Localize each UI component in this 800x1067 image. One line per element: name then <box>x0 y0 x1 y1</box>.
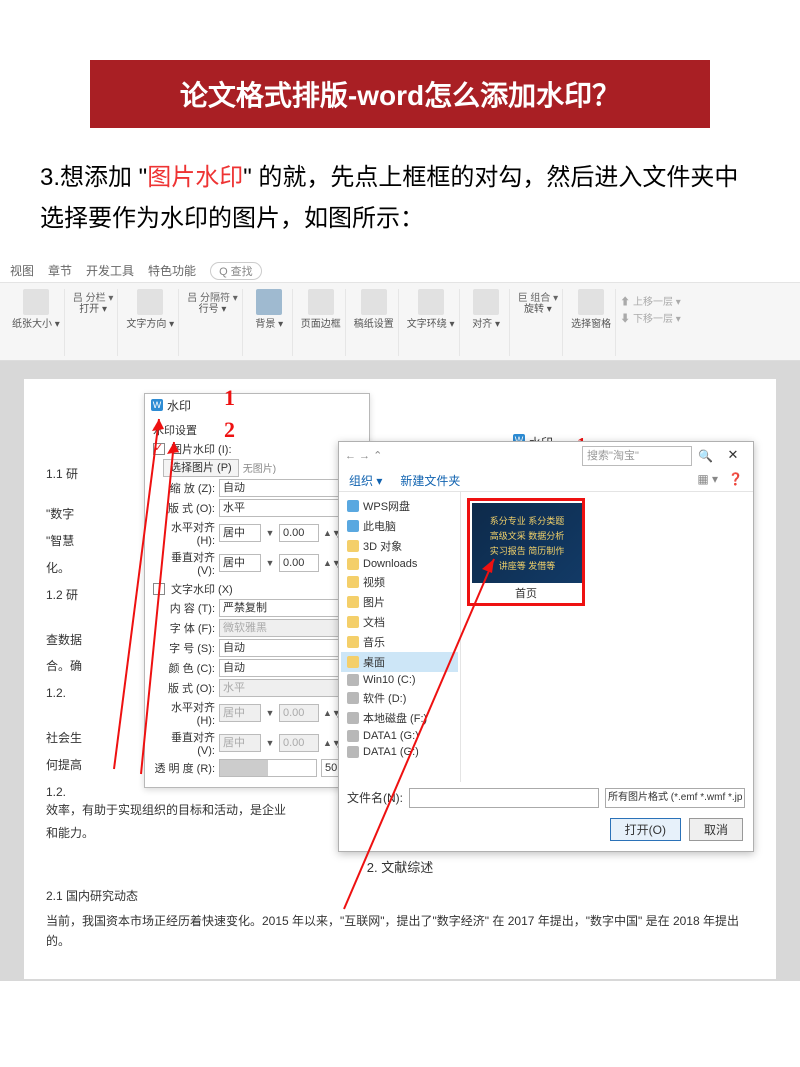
file-picker-sidebar: WPS网盘 此电脑 3D 对象 Downloads 视频 图片 文档 音乐 桌面… <box>339 492 461 782</box>
doc-frag: "智慧 <box>46 530 116 553</box>
picture-watermark-checkbox[interactable] <box>153 443 165 455</box>
side-music[interactable]: 音乐 <box>341 632 458 652</box>
doc-bottom-line: 和能力。 <box>46 824 376 843</box>
ribbon-lineno[interactable]: 吕 分隔符 ▾ 行号 ▾ <box>183 289 243 356</box>
side-drive-d[interactable]: 软件 (D:) <box>341 688 458 708</box>
doc-frag: 1.2. <box>46 682 116 705</box>
doc-frag: 社会生 <box>46 727 116 750</box>
tab-devtools[interactable]: 开发工具 <box>86 262 134 279</box>
doc-subsection: 2.1 国内研究动态 <box>46 887 138 904</box>
file-picker-content[interactable]: 系分专业 系分类题 高级文采 数据分析 实习报告 简历制作 讲座等 发借等 首页 <box>461 492 753 782</box>
watermark-dialog: W水印 水印设置 图片水印 (I): 选择图片 (P) 无图片) 缩 放 (Z)… <box>144 393 370 788</box>
search-chip[interactable]: Q 查找 <box>210 262 262 280</box>
valign-select[interactable]: 居中 <box>219 554 261 572</box>
picture-watermark-label: 图片水印 (I): <box>171 441 232 457</box>
side-downloads[interactable]: Downloads <box>341 556 458 572</box>
ribbon-bring-forward[interactable]: ⬆ 上移一层 ▾ <box>620 293 681 308</box>
ribbon-pagesize[interactable]: 纸张大小 ▾ <box>8 289 65 356</box>
layout2-field: 水平 <box>219 679 347 697</box>
ribbon-papersetup[interactable]: 稿纸设置 <box>350 289 399 356</box>
picture-status: 无图片) <box>243 460 276 475</box>
text-watermark-label: 文字水印 (X) <box>171 581 233 597</box>
fontsize-field[interactable]: 自动 <box>219 639 347 657</box>
ribbon-send-backward[interactable]: ⬇ 下移一层 ▾ <box>620 310 681 325</box>
doc-bottom-line: 效率，有助于实现组织的目标和活动，是企业 <box>46 801 376 820</box>
workspace: 1.1 研 "数字 "智慧 化。 1.2 研 查数据 合。确 1.2. 社会生 … <box>0 361 800 981</box>
font-field: 微软雅黑 <box>219 619 347 637</box>
text-watermark-checkbox[interactable] <box>153 583 165 595</box>
thumbnail-image: 系分专业 系分类题 高级文采 数据分析 实习报告 简历制作 讲座等 发借等 <box>472 503 582 583</box>
doc-frag: 何提高 <box>46 754 116 777</box>
ribbon-open[interactable]: 吕 分栏 ▾ 打开 ▾ <box>69 289 119 356</box>
doc-frag: 1.1 研 <box>46 463 116 486</box>
doc-frag: 化。 <box>46 557 116 580</box>
halign-select[interactable]: 居中 <box>219 524 261 542</box>
side-drive-c[interactable]: Win10 (C:) <box>341 672 458 688</box>
instruction-prefix: 3.想添加 " <box>40 164 147 191</box>
callout-one: 1 <box>224 385 235 411</box>
tab-chapter[interactable]: 章节 <box>48 262 72 279</box>
side-drive-g2[interactable]: DATA1 (G:) <box>341 744 458 760</box>
doc-paragraph: 当前，我国资本市场正经历着快速变化。2015 年以来，"互联网"，提出了"数字经… <box>46 911 754 952</box>
side-drive-f[interactable]: 本地磁盘 (F:) <box>341 708 458 728</box>
tab-view[interactable]: 视图 <box>10 262 34 279</box>
nav-arrows[interactable]: ← → ⌃ <box>345 449 382 462</box>
side-desktop[interactable]: 桌面 <box>341 652 458 672</box>
doc-frag: 合。确 <box>46 655 116 678</box>
filename-label: 文件名(N): <box>347 789 403 806</box>
selected-thumbnail[interactable]: 系分专业 系分类题 高级文采 数据分析 实习报告 简历制作 讲座等 发借等 首页 <box>467 498 585 606</box>
fp-newfolder[interactable]: 新建文件夹 <box>400 472 460 489</box>
close-icon[interactable]: ✕ <box>719 447 747 465</box>
side-video[interactable]: 视频 <box>341 572 458 592</box>
instruction-highlight: 图片水印 <box>147 164 243 191</box>
file-picker-dialog: ← → ⌃ 搜索"淘宝" 🔍 ✕ 组织 ▾ 新建文件夹 ▦ ▾ ❓ WPS网盘 … <box>338 441 754 852</box>
document-page: 1.1 研 "数字 "智慧 化。 1.2 研 查数据 合。确 1.2. 社会生 … <box>24 379 776 979</box>
ribbon-rotate[interactable]: 巨 组合 ▾ 旋转 ▾ <box>514 289 564 356</box>
side-wps[interactable]: WPS网盘 <box>341 496 458 516</box>
doc-frag: "数字 <box>46 503 116 526</box>
ribbon-layer-controls: ⬆ 上移一层 ▾ ⬇ 下移一层 ▾ <box>620 289 681 356</box>
cancel-button[interactable]: 取消 <box>689 818 743 841</box>
ribbon: 纸张大小 ▾ 吕 分栏 ▾ 打开 ▾ 文字方向 ▾ 吕 分隔符 ▾ 行号 ▾ 背… <box>0 283 800 361</box>
filename-input[interactable] <box>409 788 599 808</box>
doc-section-title: 2. 文献综述 <box>24 857 776 876</box>
opacity-slider[interactable] <box>219 759 317 777</box>
fp-organize[interactable]: 组织 ▾ <box>349 472 382 489</box>
side-pictures[interactable]: 图片 <box>341 592 458 612</box>
side-thispc[interactable]: 此电脑 <box>341 516 458 536</box>
side-drive-g[interactable]: DATA1 (G:) <box>341 728 458 744</box>
thumbnail-caption: 首页 <box>472 585 580 601</box>
halign2-field: 居中 <box>219 704 261 722</box>
color-field[interactable]: 自动 <box>219 659 347 677</box>
filetype-filter[interactable]: 所有图片格式 (*.emf *.wmf *.jp <box>605 788 745 808</box>
callout-two: 2 <box>224 417 235 443</box>
wps-logo-icon: W <box>151 399 163 411</box>
doc-frag: 查数据 <box>46 629 116 652</box>
side-3d[interactable]: 3D 对象 <box>341 536 458 556</box>
ribbon-background[interactable]: 背景 ▾ <box>247 289 293 356</box>
ribbon-selpane[interactable]: 选择窗格 <box>567 289 616 356</box>
tab-features[interactable]: 特色功能 <box>148 262 196 279</box>
ribbon-pageborder[interactable]: 页面边框 <box>297 289 346 356</box>
layout-select[interactable]: 水平 <box>219 499 347 517</box>
file-picker-search[interactable]: 搜索"淘宝" <box>582 446 692 466</box>
scale-select[interactable]: 自动 <box>219 479 347 497</box>
ribbon-align[interactable]: 对齐 ▾ <box>464 289 510 356</box>
valign-offset[interactable]: 0.00 <box>279 554 319 572</box>
page-banner: 论文格式排版-word怎么添加水印？ <box>90 60 710 128</box>
valign2-field: 居中 <box>219 734 261 752</box>
ribbon-wrap[interactable]: 文字环绕 ▾ <box>403 289 460 356</box>
side-documents[interactable]: 文档 <box>341 612 458 632</box>
watermark-dialog-title: W水印 <box>145 394 369 417</box>
content-field[interactable]: 严禁复制 <box>219 599 347 617</box>
ribbon-textdir[interactable]: 文字方向 ▾ <box>122 289 179 356</box>
doc-frag: 1.2 研 <box>46 584 116 607</box>
open-button[interactable]: 打开(O) <box>610 818 681 841</box>
halign-offset[interactable]: 0.00 <box>279 524 319 542</box>
select-picture-button[interactable]: 选择图片 (P) <box>163 459 239 477</box>
word-tabs-row: 视图 章节 开发工具 特色功能 Q 查找 <box>0 258 800 283</box>
instruction-text: 3.想添加 "图片水印" 的就，先点上框框的对勾，然后进入文件夹中选择要作为水印… <box>0 158 800 258</box>
watermark-section-label: 水印设置 <box>153 422 361 438</box>
